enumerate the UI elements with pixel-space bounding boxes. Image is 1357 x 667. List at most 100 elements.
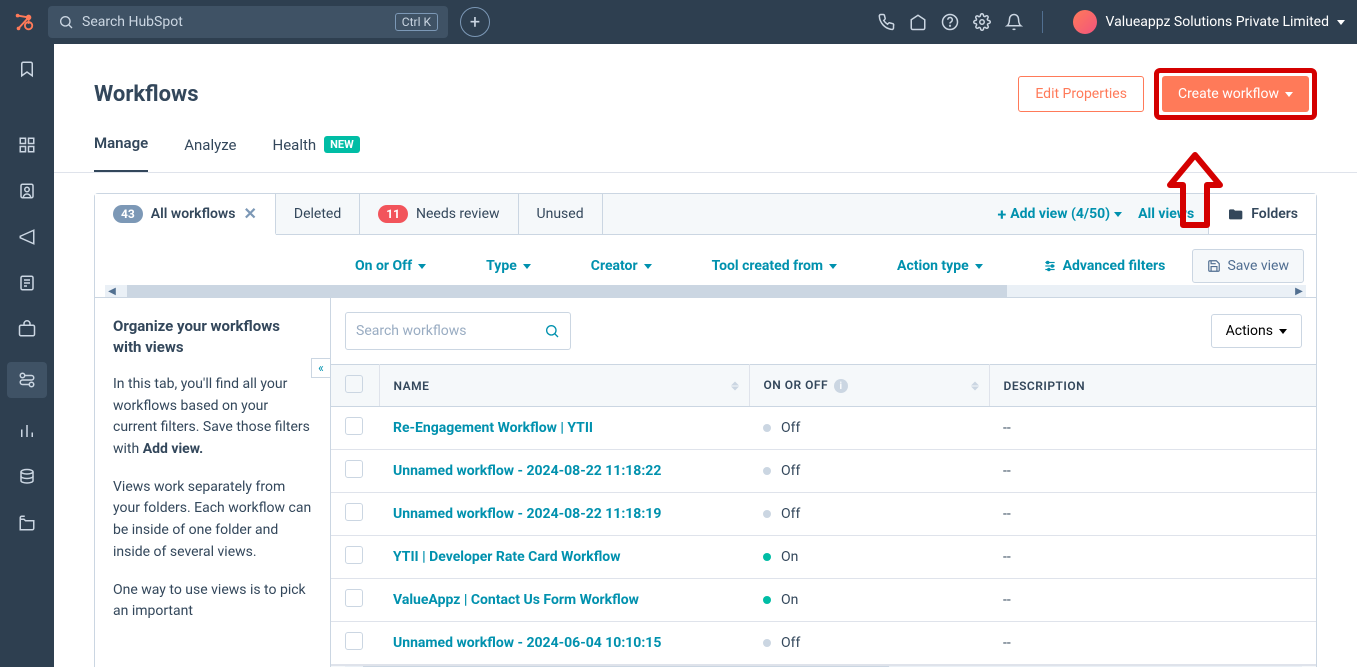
workflow-link[interactable]: Unnamed workflow - 2024-06-04 10:10:15 <box>393 635 661 651</box>
section-tabs: Manage Analyze Health NEW <box>94 134 1317 173</box>
tab-analyze[interactable]: Analyze <box>184 134 236 173</box>
view-tabs: 43 All workflows ✕ Deleted 11 Needs revi… <box>94 193 1317 235</box>
select-all-checkbox[interactable] <box>345 375 363 393</box>
status-cell: Off <box>749 493 989 536</box>
filter-action-type[interactable]: Action type <box>897 258 983 274</box>
settings-icon[interactable] <box>972 12 992 32</box>
row-checkbox[interactable] <box>345 546 363 564</box>
status-cell: On <box>749 579 989 622</box>
nav-data[interactable] <box>14 464 40 490</box>
search-icon <box>58 14 74 30</box>
helper-p1: In this tab, you'll find all your workfl… <box>113 374 312 461</box>
desc-cell: -- <box>989 536 1316 579</box>
create-workflow-button[interactable]: Create workflow <box>1162 76 1309 112</box>
row-checkbox[interactable] <box>345 632 363 650</box>
quick-add-button[interactable]: + <box>460 7 490 37</box>
nav-reports[interactable] <box>14 418 40 444</box>
status-cell: Off <box>749 622 989 665</box>
filter-on-off[interactable]: On or Off <box>355 258 426 274</box>
helper-panel: Organize your workflows with views In th… <box>95 298 331 667</box>
table-row: ValueAppz | Contact Us Form Workflow On-- <box>331 579 1316 622</box>
view-all-workflows[interactable]: 43 All workflows ✕ <box>95 194 276 235</box>
tab-manage[interactable]: Manage <box>94 134 148 173</box>
view-deleted[interactable]: Deleted <box>276 194 360 234</box>
chevron-down-icon <box>1279 329 1287 334</box>
desc-cell: -- <box>989 493 1316 536</box>
all-views-link[interactable]: All views <box>1138 206 1194 222</box>
nav-library[interactable] <box>14 510 40 536</box>
close-icon[interactable]: ✕ <box>243 204 256 223</box>
nav-content[interactable] <box>14 270 40 296</box>
page-header: Workflows Edit Properties Create workflo… <box>94 68 1317 120</box>
helper-title: Organize your workflows with views <box>113 316 312 358</box>
collapse-panel-button[interactable]: « <box>311 358 331 378</box>
help-icon[interactable] <box>940 12 960 32</box>
table-row: Unnamed workflow - 2024-08-22 11:18:19 Of… <box>331 493 1316 536</box>
edit-properties-button[interactable]: Edit Properties <box>1018 76 1144 112</box>
workflow-link[interactable]: YTII | Developer Rate Card Workflow <box>393 549 620 565</box>
filter-scrollbar[interactable]: ◀ ▶ <box>105 285 1306 297</box>
divider <box>1042 11 1043 33</box>
workflow-link[interactable]: Unnamed workflow - 2024-08-22 11:18:22 <box>393 463 661 479</box>
info-icon[interactable]: i <box>834 379 848 393</box>
view-unused[interactable]: Unused <box>519 194 603 234</box>
helper-p2: Views work separately from your folders.… <box>113 477 312 564</box>
folders-button[interactable]: Folders <box>1208 194 1316 234</box>
actions-button[interactable]: Actions <box>1211 314 1302 348</box>
save-view-button[interactable]: Save view <box>1192 249 1304 283</box>
folder-icon <box>1227 206 1243 222</box>
filter-toolbar: On or Off Type Creator Tool created from… <box>94 235 1317 298</box>
sliders-icon <box>1043 259 1057 273</box>
status-cell: Off <box>749 407 989 450</box>
filter-tool-created[interactable]: Tool created from <box>712 258 837 274</box>
content: Workflows Edit Properties Create workflo… <box>54 44 1357 667</box>
desc-cell: -- <box>989 579 1316 622</box>
col-status-header[interactable]: ON OR OFFi <box>749 365 989 407</box>
view-needs-review[interactable]: 11 Needs review <box>360 194 518 234</box>
marketplace-icon[interactable] <box>908 12 928 32</box>
row-checkbox[interactable] <box>345 417 363 435</box>
table-row: Unnamed workflow - 2024-08-22 11:18:22Of… <box>331 450 1316 493</box>
phone-icon[interactable] <box>876 12 896 32</box>
table-row: YTII | Developer Rate Card Workflow On-- <box>331 536 1316 579</box>
tab-health[interactable]: Health NEW <box>273 134 360 173</box>
new-badge: NEW <box>324 136 360 153</box>
account-name: Valueappz Solutions Private Limited <box>1105 14 1329 30</box>
chevron-down-icon <box>1337 20 1345 25</box>
nav-commerce[interactable] <box>14 316 40 342</box>
add-view-label: Add view (4/50) <box>1010 206 1110 222</box>
global-search-input[interactable] <box>82 14 387 30</box>
nav-bookmarks[interactable] <box>14 56 40 82</box>
workflow-link[interactable]: Unnamed workflow - 2024-08-22 11:18:19 <box>393 506 661 522</box>
col-desc-header[interactable]: DESCRIPTION <box>989 365 1316 407</box>
row-checkbox[interactable] <box>345 460 363 478</box>
col-name-header[interactable]: NAME <box>379 365 749 407</box>
status-cell: On <box>749 536 989 579</box>
filter-type[interactable]: Type <box>486 258 531 274</box>
nav-marketing[interactable] <box>14 224 40 250</box>
table-row: Re-Engagement Workflow | YTIIOff-- <box>331 407 1316 450</box>
global-search[interactable]: Ctrl K <box>48 6 448 38</box>
nav-dashboard[interactable] <box>14 132 40 158</box>
workflow-search-input[interactable] <box>356 323 536 339</box>
workflow-search[interactable] <box>345 312 571 350</box>
notifications-icon[interactable] <box>1004 12 1024 32</box>
chevron-down-icon <box>1285 92 1293 97</box>
filter-creator[interactable]: Creator <box>591 258 652 274</box>
nav-contacts[interactable] <box>14 178 40 204</box>
folders-label: Folders <box>1251 206 1298 222</box>
account-menu[interactable]: Valueappz Solutions Private Limited <box>1061 10 1345 34</box>
add-view-button[interactable]: + Add view (4/50) <box>998 205 1123 224</box>
nav-automation[interactable] <box>7 362 47 398</box>
workflow-link[interactable]: ValueAppz | Contact Us Form Workflow <box>393 592 639 608</box>
topbar: Ctrl K + Valueappz Solutions Private Lim… <box>0 0 1357 44</box>
workflow-link[interactable]: Re-Engagement Workflow | YTII <box>393 420 593 436</box>
advanced-filters-button[interactable]: Advanced filters <box>1043 258 1166 274</box>
hubspot-logo[interactable] <box>12 10 36 34</box>
row-checkbox[interactable] <box>345 589 363 607</box>
tab-health-label: Health <box>273 136 317 154</box>
row-checkbox[interactable] <box>345 503 363 521</box>
page-title: Workflows <box>94 82 199 107</box>
desc-cell: -- <box>989 622 1316 665</box>
lower-panel: Organize your workflows with views In th… <box>94 298 1317 667</box>
